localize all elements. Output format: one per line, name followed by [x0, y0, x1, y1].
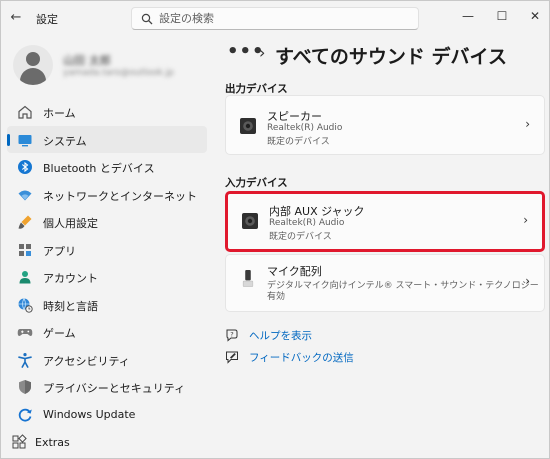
sidebar-item-label: 時刻と言語 — [43, 299, 98, 313]
sidebar-item-apps[interactable]: アプリ — [7, 236, 207, 264]
sidebar-item-label: Windows Update — [43, 407, 136, 421]
feedback-icon — [226, 351, 238, 364]
maximize-button[interactable]: ☐ — [488, 6, 516, 26]
sidebar: 山田 太郎 yamada.taro@outlook.jp ホーム システム Bl… — [1, 35, 211, 459]
chevron-right-icon: › — [523, 213, 528, 227]
sidebar-item-gaming[interactable]: ゲーム — [7, 318, 207, 346]
sidebar-item-network[interactable]: ネットワークとインターネット — [7, 181, 207, 209]
windows-update-icon — [18, 408, 32, 422]
sidebar-item-label: Bluetooth とデバイス — [43, 162, 155, 175]
feedback-link[interactable]: フィードバックの送信 — [225, 349, 355, 367]
bluetooth-icon — [18, 160, 32, 174]
sidebar-nav: ホーム システム Bluetooth とデバイス ネットワークとインターネット … — [7, 98, 207, 428]
speaker-icon — [240, 118, 256, 134]
sidebar-item-label: ホーム — [43, 107, 76, 120]
back-button[interactable]: ← — [8, 10, 24, 26]
sidebar-item-label: ネットワークとインターネット — [43, 189, 197, 203]
svg-text:?: ? — [230, 331, 233, 339]
help-link[interactable]: ? ヘルプを表示 — [225, 327, 345, 345]
device-status: 既定のデバイス — [269, 232, 332, 242]
user-name: 山田 太郎 — [63, 54, 111, 67]
sidebar-item-label: アクセシビリティ — [43, 354, 130, 368]
help-link-label[interactable]: ヘルプを表示 — [249, 328, 312, 343]
sidebar-item-accessibility[interactable]: アクセシビリティ — [7, 346, 207, 374]
device-status: 有効 — [267, 292, 286, 302]
device-driver: Realtek(R) Audio — [269, 218, 345, 228]
sidebar-item-label: アカウント — [43, 272, 98, 285]
device-name: スピーカー — [267, 110, 322, 123]
search-box[interactable] — [131, 7, 419, 30]
sidebar-item-windows-update[interactable]: Windows Update — [7, 401, 207, 429]
accessibility-icon — [18, 352, 32, 368]
sidebar-item-label: Extras — [35, 436, 70, 449]
device-name: マイク配列 — [267, 265, 322, 278]
sidebar-item-label: システム — [43, 134, 87, 148]
globe-clock-icon — [18, 297, 33, 313]
feedback-link-label[interactable]: フィードバックの送信 — [249, 350, 354, 365]
device-driver: デジタルマイク向けインテル® スマート・サウンド・テクノロジー — [267, 281, 539, 291]
app-title: 設定 — [36, 13, 58, 26]
sidebar-item-accounts[interactable]: アカウント — [7, 263, 207, 291]
device-card-aux-jack[interactable]: 内部 AUX ジャック Realtek(R) Audio 既定のデバイス › — [225, 191, 545, 252]
active-indicator — [7, 133, 10, 146]
avatar — [13, 45, 53, 85]
wifi-icon — [18, 190, 32, 200]
device-card-speaker[interactable]: スピーカー Realtek(R) Audio 既定のデバイス › — [225, 95, 545, 155]
sidebar-item-home[interactable]: ホーム — [7, 98, 207, 126]
device-name: 内部 AUX ジャック — [269, 205, 365, 218]
main-content: ••• › すべてのサウンド デバイス 出力デバイス スピーカー Realtek… — [211, 35, 550, 459]
chevron-right-icon: › — [525, 117, 530, 131]
device-card-microphone-array[interactable]: マイク配列 デジタルマイク向けインテル® スマート・サウンド・テクノロジー 有効… — [225, 254, 545, 312]
settings-window: ← 設定 — ☐ ✕ 山田 太郎 yamada.taro@outlook.jp — [0, 0, 550, 459]
input-devices-heading: 入力デバイス — [225, 177, 288, 189]
sidebar-item-bluetooth[interactable]: Bluetooth とデバイス — [7, 153, 207, 181]
title-bar: ← 設定 — ☐ ✕ — [1, 1, 549, 35]
user-email: yamada.taro@outlook.jp — [63, 68, 174, 78]
chevron-right-icon: › — [525, 274, 530, 288]
sidebar-item-label: ゲーム — [43, 327, 76, 340]
brush-icon — [18, 215, 32, 229]
help-icon: ? — [226, 329, 238, 342]
gamepad-icon — [17, 329, 33, 336]
search-icon — [141, 13, 153, 25]
sidebar-item-label: 個人用設定 — [43, 217, 98, 230]
output-devices-heading: 出力デバイス — [225, 83, 288, 95]
account-icon — [19, 271, 31, 284]
system-display-icon — [18, 134, 32, 146]
aux-jack-icon — [242, 213, 258, 229]
device-driver: Realtek(R) Audio — [267, 123, 343, 133]
sidebar-item-extras[interactable]: Extras — [7, 431, 207, 455]
page-title: すべてのサウンド デバイス — [275, 46, 507, 68]
apps-icon — [19, 243, 31, 256]
user-profile[interactable]: 山田 太郎 yamada.taro@outlook.jp — [13, 45, 203, 89]
shield-icon — [19, 380, 31, 394]
extras-icon — [12, 434, 27, 449]
microphone-icon — [242, 270, 254, 287]
sidebar-item-privacy-security[interactable]: プライバシーとセキュリティ — [7, 373, 207, 401]
chevron-right-icon: › — [259, 43, 266, 62]
search-input[interactable] — [159, 10, 409, 27]
home-icon — [18, 105, 32, 119]
sidebar-item-label: アプリ — [43, 244, 76, 258]
sidebar-item-system[interactable]: システム — [7, 125, 207, 153]
close-button[interactable]: ✕ — [521, 6, 549, 26]
minimize-button[interactable]: — — [454, 6, 482, 26]
sidebar-item-time-language[interactable]: 時刻と言語 — [7, 291, 207, 319]
device-status: 既定のデバイス — [267, 137, 330, 147]
sidebar-item-personalization[interactable]: 個人用設定 — [7, 208, 207, 236]
sidebar-item-label: プライバシーとセキュリティ — [43, 382, 186, 395]
